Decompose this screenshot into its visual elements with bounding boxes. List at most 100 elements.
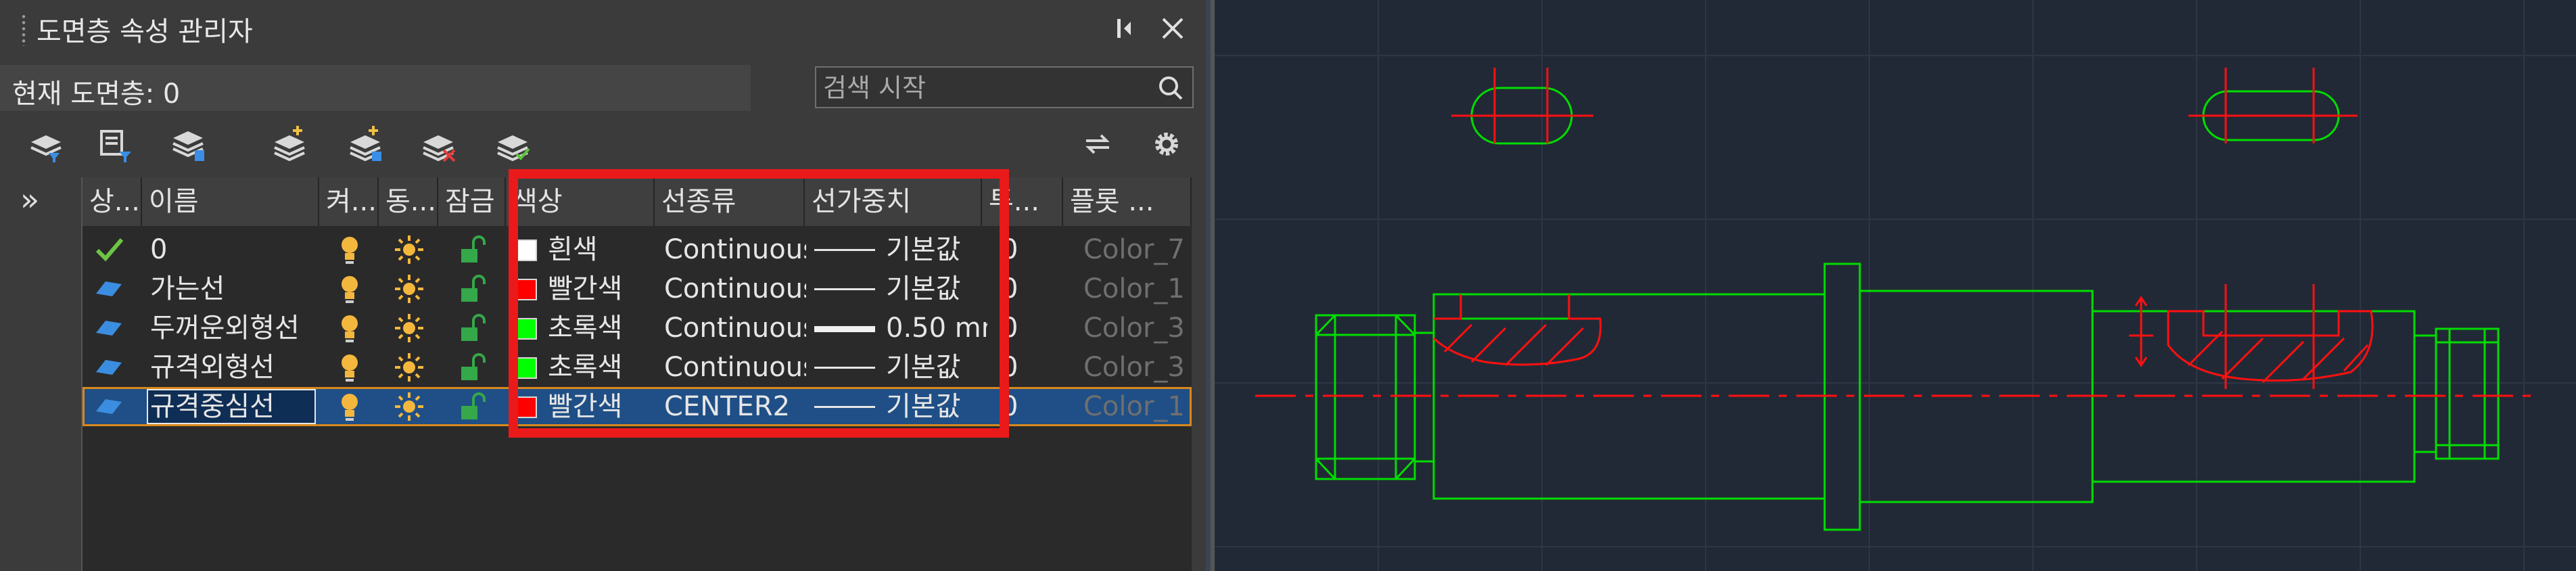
keyway-section-right: [2129, 284, 2374, 389]
lineweight-sample: [814, 249, 875, 251]
unlock-icon[interactable]: [459, 273, 486, 304]
search-icon[interactable]: [1156, 73, 1186, 103]
group-filter-icon: [100, 130, 131, 162]
sun-icon[interactable]: [394, 273, 425, 304]
sun-icon[interactable]: [394, 352, 425, 383]
auto-hide-button[interactable]: [1109, 14, 1139, 43]
layer-name[interactable]: 규격중심선: [150, 387, 312, 426]
lineweight[interactable]: 기본값: [886, 230, 987, 269]
column-header-name[interactable]: 이름: [142, 177, 319, 226]
color-swatch[interactable]: [515, 318, 537, 340]
column-header-status[interactable]: 상...: [83, 177, 142, 226]
column-header-linetype[interactable]: 선종류: [655, 177, 805, 226]
layer-status-icon: [96, 399, 122, 414]
close-button[interactable]: [1158, 14, 1188, 43]
new-property-filter-button[interactable]: [26, 123, 68, 165]
unlock-icon[interactable]: [459, 234, 486, 265]
lightbulb-icon[interactable]: [336, 313, 363, 344]
column-header-plot-style[interactable]: 플롯 ...: [1063, 177, 1192, 226]
column-header-lineweight[interactable]: 선가중치: [805, 177, 982, 226]
layer-status-icon: [96, 281, 122, 296]
color-name[interactable]: 초록색: [548, 309, 649, 348]
lineweight-sample: [814, 326, 875, 332]
table-row[interactable]: 규격외형선 초록색 Continuous 기본값 0 Color_3: [83, 348, 1192, 387]
plot-style: Color_7: [1083, 234, 1185, 265]
transparency[interactable]: 0: [1001, 309, 1055, 348]
linetype[interactable]: CENTER2: [664, 387, 806, 426]
lightbulb-icon[interactable]: [336, 391, 363, 422]
lightbulb-icon[interactable]: [336, 352, 363, 383]
set-current-button[interactable]: [492, 123, 534, 165]
column-header-lock[interactable]: 잠금: [438, 177, 506, 226]
color-name[interactable]: 빨간색: [548, 387, 649, 426]
new-layer-vp-frozen-button[interactable]: [345, 123, 387, 165]
lineweight[interactable]: 기본값: [886, 269, 987, 309]
layer-status-icon: [96, 321, 122, 336]
transparency[interactable]: 0: [1001, 269, 1055, 309]
layer-name[interactable]: 두꺼운외형선: [150, 309, 312, 348]
lightbulb-icon[interactable]: [336, 273, 363, 304]
color-name[interactable]: 빨간색: [548, 269, 649, 309]
layer-name[interactable]: 0: [150, 230, 312, 269]
delete-layer-button[interactable]: [418, 123, 460, 165]
settings-button[interactable]: [1146, 123, 1188, 165]
search-box[interactable]: [815, 66, 1194, 108]
title-bar[interactable]: 도면층 속성 관리자: [0, 0, 1206, 60]
refresh-button[interactable]: [1077, 123, 1119, 165]
sun-icon[interactable]: [394, 391, 425, 422]
column-header-color[interactable]: 색상: [506, 177, 655, 226]
transparency[interactable]: 0: [1001, 387, 1055, 426]
sun-icon[interactable]: [394, 234, 425, 265]
transparency[interactable]: 0: [1001, 348, 1055, 387]
new-layer-icon: [274, 126, 305, 162]
panel-title: 도면층 속성 관리자: [37, 16, 253, 47]
color-swatch[interactable]: [515, 357, 537, 379]
layer-name[interactable]: 규격외형선: [150, 348, 312, 387]
column-header-freeze[interactable]: 동...: [379, 177, 438, 226]
gear-icon: [1155, 133, 1178, 156]
transparency[interactable]: 0: [1001, 230, 1055, 269]
unlock-icon[interactable]: [459, 352, 486, 383]
new-group-filter-button[interactable]: [96, 123, 138, 165]
unlock-icon[interactable]: [459, 391, 486, 422]
linetype[interactable]: Continuous: [664, 348, 806, 387]
column-header-transparency[interactable]: 투...: [982, 177, 1063, 226]
plot-style: Color_3: [1083, 352, 1185, 383]
color-name[interactable]: 초록색: [548, 348, 649, 387]
current-layer-check-icon: [95, 238, 124, 262]
drawing-viewport[interactable]: [1211, 0, 2576, 571]
column-header-on[interactable]: 켜...: [319, 177, 379, 226]
color-swatch[interactable]: [515, 279, 537, 300]
expand-filter-tree-button[interactable]: »: [20, 183, 39, 216]
table-row[interactable]: 규격중심선 빨간색 CENTER2 기본값 0 Color_1: [83, 387, 1192, 426]
table-row[interactable]: 0 흰색 Continuous 기본값 0 Color_7: [83, 230, 1192, 269]
table-row[interactable]: 두꺼운외형선 초록색 Continuous 0.50 mm 0 Color_3: [83, 309, 1192, 348]
plot-style: Color_3: [1083, 313, 1185, 344]
lineweight[interactable]: 기본값: [886, 387, 987, 426]
color-name[interactable]: 흰색: [548, 230, 649, 269]
layer-properties-manager: 도면층 속성 관리자 현재 도면층: 0 검색 시작 » 상... 이름 켜..…: [0, 0, 1206, 571]
color-swatch[interactable]: [515, 396, 537, 418]
linetype[interactable]: Continuous: [664, 309, 806, 348]
new-frozen-layer-icon: [350, 126, 381, 162]
color-swatch[interactable]: [515, 239, 537, 261]
drag-grip[interactable]: [20, 14, 27, 46]
cad-drawing[interactable]: [1215, 0, 2576, 571]
table-row[interactable]: 가는선 빨간색 Continuous 기본값 0 Color_1: [83, 269, 1192, 309]
layer-name[interactable]: 가는선: [150, 269, 312, 309]
unlock-icon[interactable]: [459, 313, 486, 344]
refresh-icon: [1085, 134, 1110, 154]
lightbulb-icon[interactable]: [336, 234, 363, 265]
pin-icon: [1117, 19, 1131, 38]
search-input[interactable]: [822, 72, 1142, 104]
lineweight[interactable]: 0.50 mm: [886, 309, 987, 348]
close-icon: [1162, 18, 1184, 39]
new-layer-button[interactable]: [269, 123, 311, 165]
lineweight[interactable]: 기본값: [886, 348, 987, 387]
sun-icon[interactable]: [394, 313, 425, 344]
lineweight-sample: [814, 367, 875, 369]
layer-filter-icon: [30, 135, 62, 162]
layer-states-manager-button[interactable]: [168, 123, 210, 165]
linetype[interactable]: Continuous: [664, 269, 806, 309]
linetype[interactable]: Continuous: [664, 230, 806, 269]
